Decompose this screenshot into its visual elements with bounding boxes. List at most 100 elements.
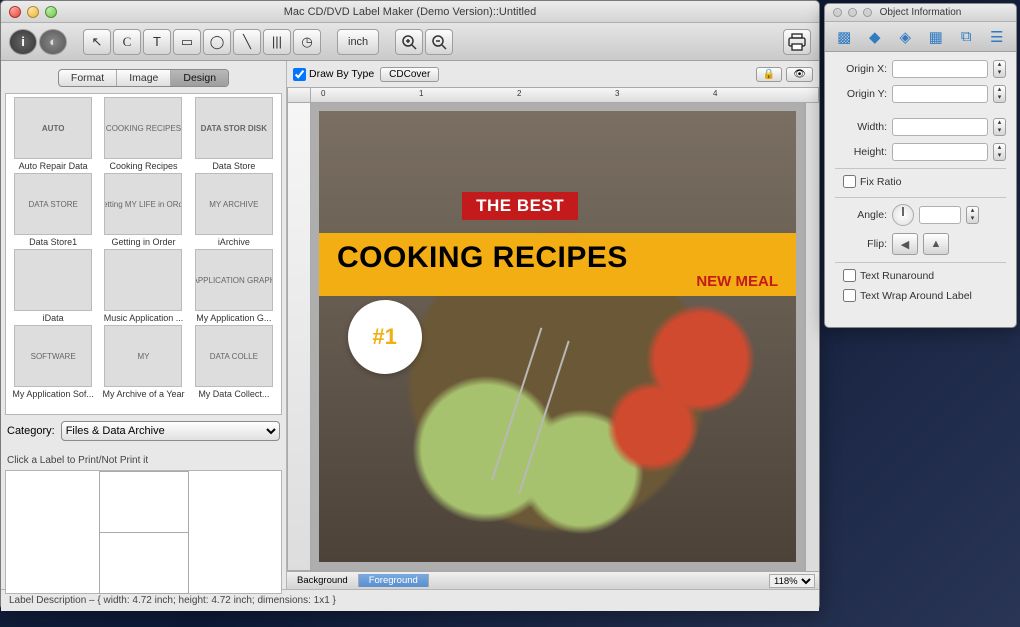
origin-x-label: Origin X: xyxy=(835,63,887,75)
angle-dial[interactable] xyxy=(892,204,914,226)
print-hint: Click a Label to Print/Not Print it xyxy=(5,453,282,470)
print-button[interactable] xyxy=(783,29,811,55)
template-thumbnail: Getting MY LIFE in ORder xyxy=(104,173,182,235)
template-item[interactable]: Getting MY LIFE in ORderGetting in Order xyxy=(99,173,187,247)
fill-icon[interactable]: ▦ xyxy=(924,25,948,49)
angle-stepper[interactable]: ▴▾ xyxy=(966,206,979,224)
rank-badge[interactable]: #1 xyxy=(348,300,422,374)
template-browser[interactable]: AUTOAuto Repair DataCOOKING RECIPESCooki… xyxy=(5,93,282,415)
inspector-titlebar[interactable]: Object Information xyxy=(825,4,1016,22)
template-thumbnail: MY APPLICATION GRAPHICS xyxy=(195,249,273,311)
template-item[interactable]: COOKING RECIPESCooking Recipes xyxy=(99,97,187,171)
main-titlebar[interactable]: Mac CD/DVD Label Maker (Demo Version)::U… xyxy=(1,1,819,23)
template-item[interactable]: SOFTWAREMy Application Sof... xyxy=(9,325,97,399)
info-button[interactable]: i xyxy=(9,29,37,55)
ruler-vertical xyxy=(287,103,311,571)
category-select[interactable]: Files & Data Archive xyxy=(61,421,280,441)
template-item[interactable]: Music Application ... xyxy=(99,249,187,323)
dial-tool[interactable]: ◷ xyxy=(293,29,321,55)
template-item[interactable]: MY ARCHIVEiArchive xyxy=(190,173,278,247)
zoom-out-button[interactable] xyxy=(425,29,453,55)
subhead-text: NEW MEAL xyxy=(337,273,778,290)
template-item[interactable]: DATA STOREData Store1 xyxy=(9,173,97,247)
mask-button[interactable]: ◐ xyxy=(39,29,67,55)
zoom-select[interactable]: 118% xyxy=(769,574,815,588)
origin-y-stepper[interactable]: ▴▾ xyxy=(993,85,1006,103)
barcode-tool[interactable]: ||| xyxy=(263,29,291,55)
print-preview-box[interactable] xyxy=(5,470,282,594)
width-label: Width: xyxy=(835,121,887,133)
visibility-button[interactable]: 👁 xyxy=(786,67,813,82)
distribute-icon[interactable]: ⧉ xyxy=(954,25,978,49)
inspector-minimize-icon[interactable] xyxy=(848,8,857,17)
tab-image[interactable]: Image xyxy=(117,70,171,86)
ellipse-tool[interactable]: ◯ xyxy=(203,29,231,55)
print-slot-2[interactable] xyxy=(99,532,189,594)
template-item[interactable]: DATA COLLEMy Data Collect... xyxy=(190,325,278,399)
window-title: Mac CD/DVD Label Maker (Demo Version)::U… xyxy=(1,6,819,18)
text-tool[interactable]: T xyxy=(143,29,171,55)
inspector-toolbar: ▩ ◆ ◈ ▦ ⧉ ☰ xyxy=(825,22,1016,52)
vertical-scrollbar[interactable] xyxy=(805,103,819,571)
arc-tool[interactable]: C xyxy=(113,29,141,55)
layers-icon[interactable]: ☰ xyxy=(985,25,1009,49)
zoom-icon[interactable] xyxy=(45,6,57,18)
template-item[interactable]: MYMy Archive of a Year xyxy=(99,325,187,399)
flip-label: Flip: xyxy=(835,238,887,250)
lock-button[interactable]: 🔒 xyxy=(756,67,782,82)
main-window: Mac CD/DVD Label Maker (Demo Version)::U… xyxy=(0,0,820,610)
canvas-viewport[interactable]: THE BEST COOKING RECIPES NEW MEAL #1 xyxy=(311,103,805,571)
text-wrap-checkbox[interactable]: Text Wrap Around Label xyxy=(843,289,972,302)
red-band-text[interactable]: THE BEST xyxy=(462,192,578,220)
origin-x-stepper[interactable]: ▴▾ xyxy=(993,60,1006,78)
flip-vertical-button[interactable]: ▲ xyxy=(923,233,949,255)
template-thumbnail: AUTO xyxy=(14,97,92,159)
ruler-horizontal: 01234 xyxy=(311,87,819,103)
tab-background[interactable]: Background xyxy=(287,574,359,587)
tab-format[interactable]: Format xyxy=(59,70,117,86)
origin-x-field[interactable] xyxy=(892,60,988,78)
ruler-row: 01234 xyxy=(287,87,819,103)
draw-by-type-checkbox[interactable]: Draw By Type xyxy=(293,68,374,81)
tab-foreground[interactable]: Foreground xyxy=(359,574,429,587)
canvas-topbar: Draw By Type CDCover 🔒 👁 xyxy=(287,61,819,87)
tab-design[interactable]: Design xyxy=(171,70,228,86)
category-row: Category: Files & Data Archive xyxy=(5,415,282,445)
fix-ratio-checkbox[interactable]: Fix Ratio xyxy=(843,175,901,188)
canvas-area: Draw By Type CDCover 🔒 👁 01234 THE BEST xyxy=(287,61,819,589)
print-slot-1[interactable] xyxy=(99,471,189,533)
pointer-tool[interactable]: ↖ xyxy=(83,29,111,55)
draw-by-type-input[interactable] xyxy=(293,68,306,81)
height-field[interactable] xyxy=(892,143,988,161)
extrude-icon[interactable]: ◆ xyxy=(863,25,887,49)
width-field[interactable] xyxy=(892,118,988,136)
close-icon[interactable] xyxy=(9,6,21,18)
headline-text: COOKING RECIPES xyxy=(337,241,778,275)
origin-y-field[interactable] xyxy=(892,85,988,103)
template-item[interactable]: MY APPLICATION GRAPHICSMy Application G.… xyxy=(190,249,278,323)
inspector-close-icon[interactable] xyxy=(833,8,842,17)
line-tool[interactable]: ╲ xyxy=(233,29,261,55)
template-name: My Application Sof... xyxy=(12,389,94,399)
cube-icon[interactable]: ▩ xyxy=(832,25,856,49)
cdcover-button[interactable]: CDCover xyxy=(380,67,439,82)
unit-selector[interactable]: inch xyxy=(337,29,379,55)
shape-icon[interactable]: ◈ xyxy=(893,25,917,49)
minimize-icon[interactable] xyxy=(27,6,39,18)
headline-band[interactable]: COOKING RECIPES NEW MEAL xyxy=(319,233,796,296)
height-stepper[interactable]: ▴▾ xyxy=(993,143,1006,161)
rect-tool[interactable]: ▭ xyxy=(173,29,201,55)
angle-label: Angle: xyxy=(835,209,887,221)
flip-horizontal-button[interactable]: ◀ xyxy=(892,233,918,255)
width-stepper[interactable]: ▴▾ xyxy=(993,118,1006,136)
label-artboard[interactable]: THE BEST COOKING RECIPES NEW MEAL #1 xyxy=(319,111,796,562)
text-runaround-checkbox[interactable]: Text Runaround xyxy=(843,269,934,282)
template-thumbnail: MY ARCHIVE xyxy=(195,173,273,235)
angle-field[interactable] xyxy=(919,206,961,224)
printer-icon xyxy=(787,33,807,51)
template-item[interactable]: iData xyxy=(9,249,97,323)
zoom-in-button[interactable] xyxy=(395,29,423,55)
template-item[interactable]: AUTOAuto Repair Data xyxy=(9,97,97,171)
inspector-zoom-icon[interactable] xyxy=(863,8,872,17)
template-item[interactable]: DATA STOR DISKData Store xyxy=(190,97,278,171)
